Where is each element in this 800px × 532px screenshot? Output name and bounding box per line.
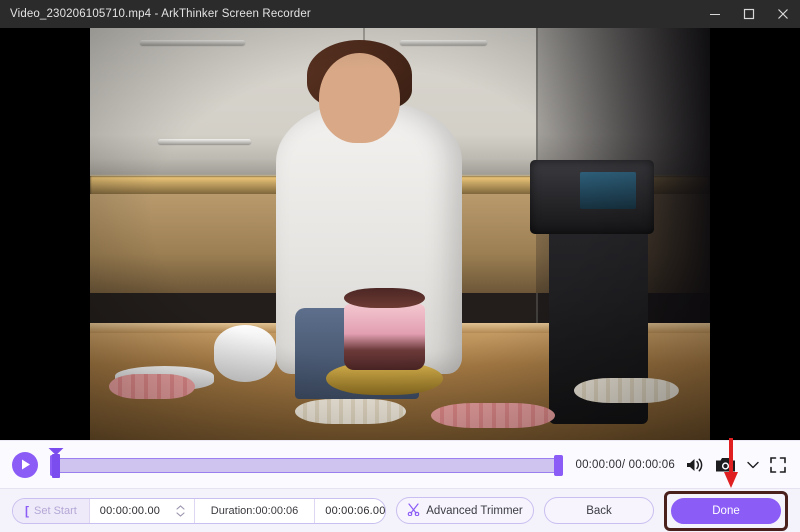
done-button-highlight: Done: [664, 490, 788, 531]
trim-range-group: [ Set Start Duration:00:00:06 Set: [12, 497, 386, 524]
close-button[interactable]: [766, 0, 800, 28]
set-start-button[interactable]: [ Set Start: [13, 498, 89, 523]
advanced-trimmer-button[interactable]: Advanced Trimmer: [396, 497, 534, 524]
window-controls: [698, 0, 800, 28]
end-time-field[interactable]: [314, 498, 385, 523]
start-time-input[interactable]: [99, 504, 174, 517]
back-label: Back: [586, 504, 612, 517]
duration-label: Duration:00:00:06: [194, 498, 315, 523]
scissors-icon: [407, 502, 420, 519]
title-bar: Video_230206105710.mp4 - ArkThinker Scre…: [0, 0, 800, 28]
video-stage[interactable]: [0, 28, 800, 440]
video-preview[interactable]: [90, 28, 710, 440]
play-button[interactable]: [12, 451, 38, 478]
arkthinker-trimmer-window: Video_230206105710.mp4 - ArkThinker Scre…: [0, 0, 800, 532]
set-start-label: Set Start: [34, 504, 77, 517]
playhead-bar: [52, 453, 60, 478]
chevron-down-icon[interactable]: [746, 452, 760, 478]
scene-vignette: [90, 28, 710, 440]
start-time-field[interactable]: [88, 498, 195, 523]
playback-control-bar: 00:00:00/ 00:00:06: [0, 440, 800, 488]
video-scene: [90, 28, 710, 440]
bracket-open-icon: [: [25, 503, 29, 518]
volume-icon[interactable]: [685, 452, 705, 478]
snapshot-camera-icon[interactable]: [715, 452, 736, 478]
trim-action-bar: [ Set Start Duration:00:00:06 Set: [0, 488, 800, 532]
done-button[interactable]: Done: [671, 497, 781, 524]
maximize-button[interactable]: [732, 0, 766, 28]
advanced-trimmer-label: Advanced Trimmer: [426, 504, 523, 517]
timeline[interactable]: [48, 447, 565, 480]
fullscreen-icon[interactable]: [770, 452, 786, 478]
done-label: Done: [712, 504, 740, 517]
timeline-track[interactable]: [56, 457, 558, 473]
trim-end-handle[interactable]: [554, 454, 564, 476]
window-title: Video_230206105710.mp4 - ArkThinker Scre…: [10, 8, 311, 20]
minimize-button[interactable]: [698, 0, 732, 28]
end-time-input[interactable]: [325, 504, 385, 517]
playhead-handle[interactable]: [48, 447, 64, 480]
start-time-stepper[interactable]: [174, 504, 190, 517]
back-button[interactable]: Back: [544, 497, 654, 524]
time-readout: 00:00:00/ 00:00:06: [575, 458, 675, 471]
